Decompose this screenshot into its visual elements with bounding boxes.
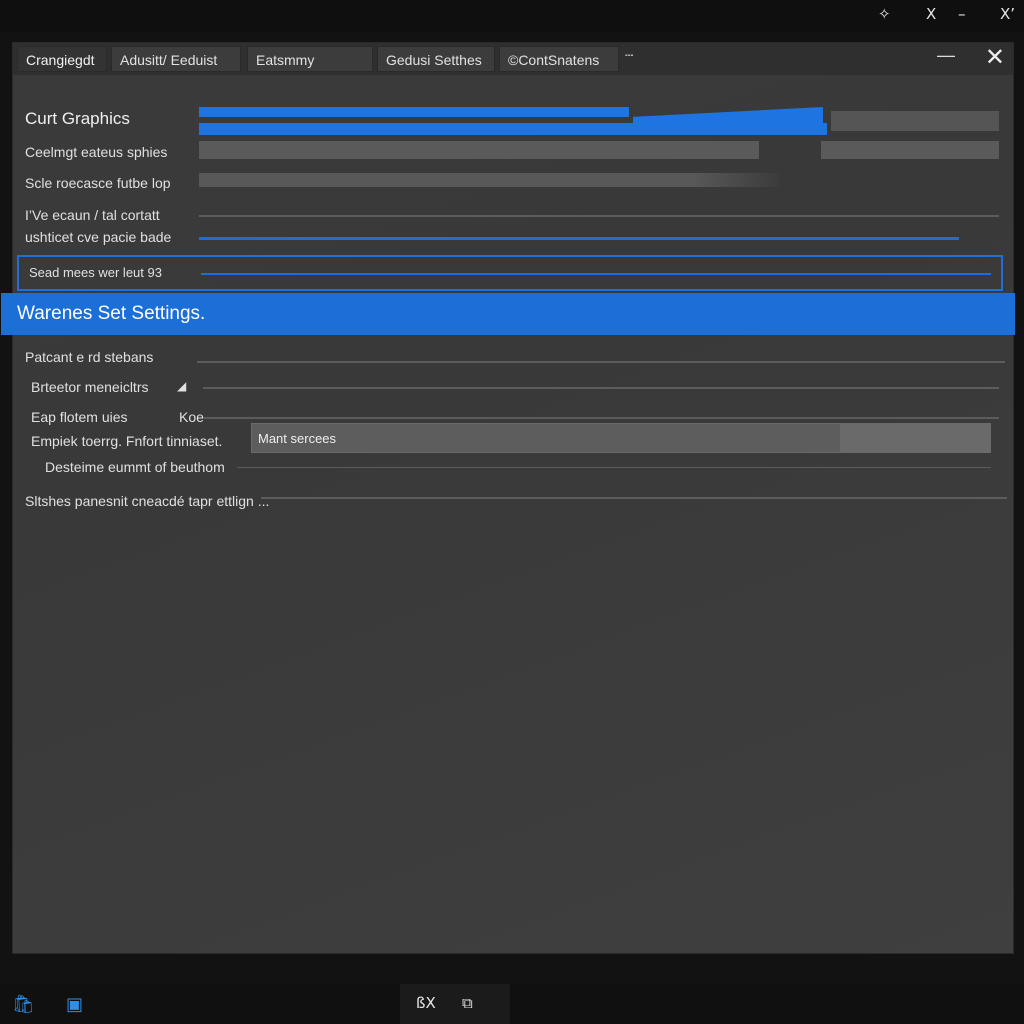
row-8-divider [203,417,999,419]
row-label-3: Scle roecasce futbe lop [25,175,171,191]
close-icon[interactable]: X’ [1000,5,1015,23]
row-3-slider[interactable] [199,173,779,187]
graphics-heading: Curt Graphics [25,109,130,128]
row-label-2: Ceelmgt eateus sphies [25,144,168,160]
row-9-input-value: Mant sercees [258,431,337,446]
row-label-6: Patcant e rd stebans [25,349,154,365]
graphics-value-box[interactable] [831,111,999,131]
row-10-divider [237,467,991,468]
row-label-11: Sltshes panesnit cneacdé tapr ettlign ..… [25,493,270,509]
highlighted-section-header[interactable]: Warenes Set Settings. [1,293,1015,335]
row-9-input-field[interactable]: Mant sercees [251,423,991,453]
framed-row-label: Sead mees wer leut 93 [29,265,162,280]
row-label-4b: ushticet cve pacie bade [25,229,172,245]
store-icon[interactable]: 🛍 [12,994,35,1015]
row-4b-slider[interactable] [199,237,959,240]
settings-window: Crangiegdt Adusitt/ Eeduist Eatsmmy Gedu… [1,42,1015,954]
row-label-4a: I’Ve ecaun / tal cortatt [25,207,160,223]
highlight-label: Warenes Set Settings. [17,303,206,324]
graphics-slider-track-upper[interactable] [199,107,629,117]
tab-gedusi-setthes[interactable]: Gedusi Setthes [377,46,495,72]
settings-sparkle-icon[interactable]: ✧ [878,5,891,23]
window-close-button[interactable]: ✕ [985,43,1005,71]
selected-row-frame[interactable]: Sead mees wer leut 93 [17,255,1003,291]
row-label-9: Empiek toerrg. Fnfort tinniaset. [31,433,223,449]
taskbar: 🛍 ▣ ßX ⧉ [0,984,1024,1024]
tab-bar: Crangiegdt Adusitt/ Eeduist Eatsmmy Gedu… [13,43,1013,75]
minimize-icon[interactable]: – [958,5,966,23]
tab-crangiegdt[interactable]: Crangiegdt [17,46,107,72]
browser-icon[interactable]: ▣ [66,994,83,1015]
taskbar-app-label-2[interactable]: ⧉ [462,994,473,1012]
row-11-divider [261,497,1007,499]
tab-contsnatens[interactable]: ©ContSnatens [499,46,619,72]
row-label-10: Desteime eummt of beuthom [45,459,225,475]
taskbar-center-group: ßX ⧉ [400,984,510,1024]
row-9-input-button[interactable] [840,424,990,452]
row-label-7: Brteetor meneicltrs [31,379,149,395]
pin-icon[interactable]: X [926,5,936,23]
taskbar-app-label-1[interactable]: ßX [416,994,436,1012]
row-label-8a: Eap flotem uies [31,409,128,425]
row-2-value-box[interactable] [821,141,999,159]
tab-overflow-icon[interactable]: ┄ [625,47,633,64]
row-6-divider [197,361,1005,363]
row-4a-divider [199,215,999,217]
tab-adusitt-eeduist[interactable]: Adusitt/ Eeduist [111,46,241,72]
graphics-slider-handle[interactable] [633,107,823,135]
framed-row-slider[interactable] [201,273,991,275]
row-7-divider [203,387,999,389]
system-titlebar: ✧ X – X’ [0,0,1024,32]
tab-eatsmmy[interactable]: Eatsmmy [247,46,373,72]
row-label-8b: Koe [179,409,204,425]
row-7-dropdown-icon[interactable]: ◢ [177,379,186,393]
window-minimize-button[interactable]: — [937,45,955,66]
row-2-slider[interactable] [199,141,759,159]
